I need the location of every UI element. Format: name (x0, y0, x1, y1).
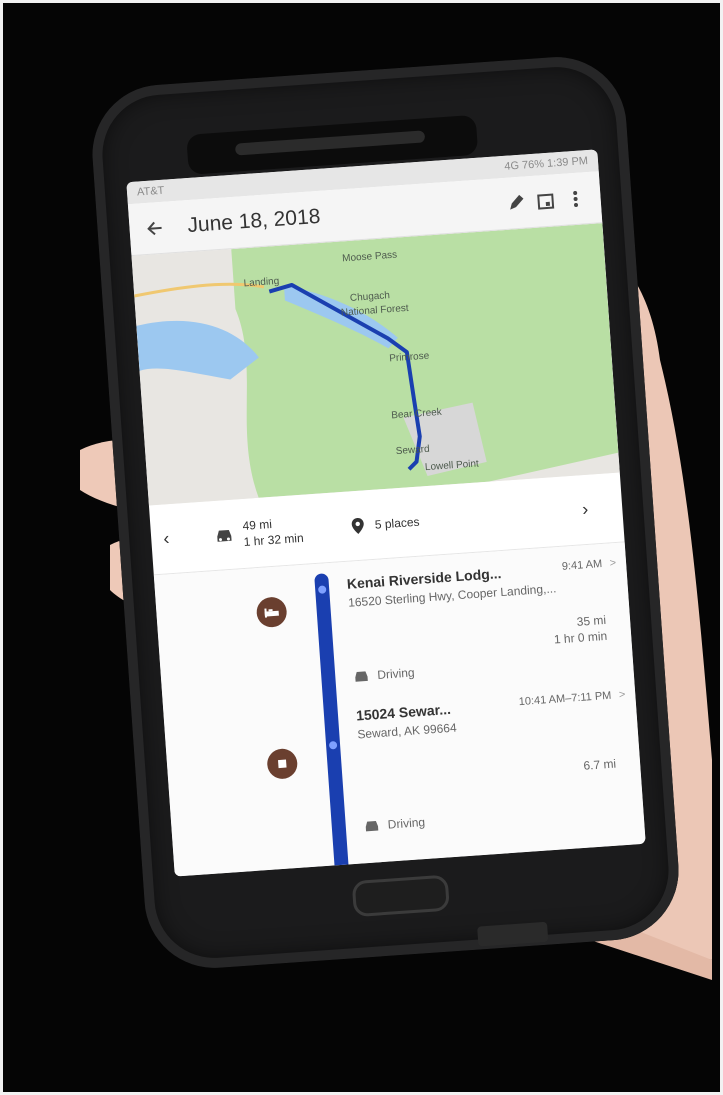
leg-mode: Driving (387, 815, 426, 832)
more-vert-icon[interactable] (560, 182, 592, 214)
timeline: Kenai Riverside Lodg... 16520 Sterling H… (153, 542, 646, 877)
list-item[interactable]: 15024 Sewar... Seward, AK 99664 10:41 AM… (356, 688, 626, 742)
carrier-label: AT&T (136, 184, 165, 199)
leg-segment[interactable]: 6.7 mi Driving (360, 756, 617, 832)
map-label-seward: Seward (395, 443, 430, 458)
place-icon (266, 747, 299, 780)
places-label: 5 places (374, 514, 420, 532)
map-canvas (131, 223, 620, 506)
home-button[interactable] (351, 874, 450, 918)
calendar-icon[interactable] (530, 185, 562, 217)
lodging-icon (255, 596, 288, 629)
leg-distance: 6.7 mi (582, 756, 617, 773)
car-icon (217, 529, 232, 542)
back-arrow-icon[interactable] (139, 212, 171, 244)
earpiece-grille (234, 130, 426, 156)
chevron-right-icon: > (609, 557, 617, 570)
car-icon (365, 821, 379, 832)
leg-mode: Driving (376, 665, 416, 682)
chevron-left-icon[interactable]: ‹ (163, 527, 192, 550)
pencil-icon[interactable] (500, 187, 532, 219)
phone: AT&T 4G 76% 1:39 PM June 18, 2018 Moose … (87, 52, 684, 973)
screen: AT&T 4G 76% 1:39 PM June 18, 2018 Moose … (126, 149, 646, 877)
distance-duration: 49 mi 1 hr 32 min (214, 513, 304, 551)
page-title: June 18, 2018 (186, 204, 322, 237)
trip-duration: 1 hr 32 min (243, 530, 305, 549)
leg-segment[interactable]: 35 mi 1 hr 0 min Driving (350, 612, 608, 682)
place-pin-icon (351, 517, 364, 534)
chevron-right-icon: > (618, 688, 626, 702)
timeline-route-line (314, 573, 350, 874)
status-right: 4G 76% 1:39 PM (503, 155, 589, 173)
leg-duration: 1 hr 0 min (553, 628, 608, 647)
chevron-right-icon[interactable]: › (582, 497, 611, 520)
list-item[interactable]: Kenai Riverside Lodg... 16520 Sterling H… (346, 557, 617, 610)
car-icon (355, 671, 368, 682)
case-clip (477, 921, 549, 947)
places-count[interactable]: 5 places (350, 512, 420, 535)
route-map[interactable]: Moose Pass Landing Chugach National Fore… (131, 223, 620, 506)
